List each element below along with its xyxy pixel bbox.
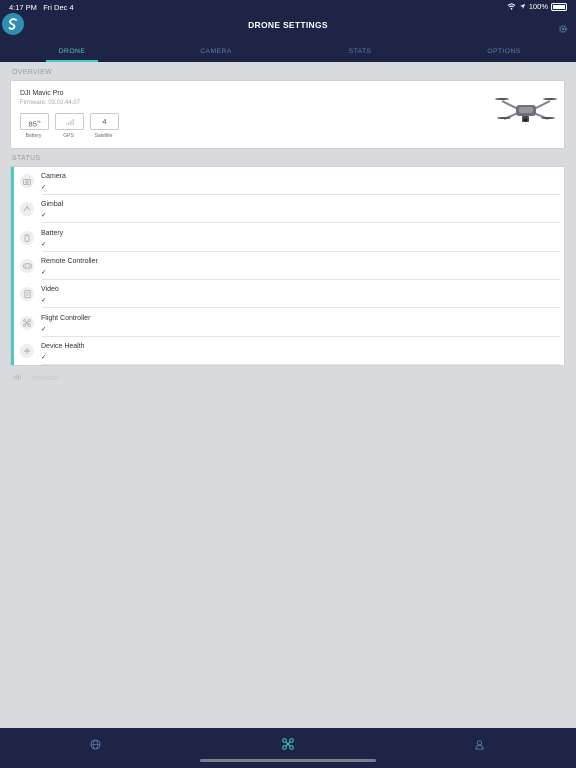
status-item-label: Camera	[41, 173, 66, 180]
battery-stat: 85% Battery	[20, 113, 49, 139]
overview-section-label: OVERVIEW	[12, 69, 53, 76]
status-item-flight-controller[interactable]: Flight Controller ✓	[14, 309, 564, 337]
status-section-label: STATUS	[12, 155, 41, 162]
check-icon: ✓	[41, 325, 47, 333]
status-item-gimbal[interactable]: Gimbal ✓	[14, 195, 564, 224]
signal-bars-icon	[65, 119, 74, 125]
check-icon: ✓	[41, 353, 47, 361]
check-icon: ✓	[41, 212, 47, 220]
page-title: DRONE SETTINGS	[248, 20, 328, 30]
status-card: Camera ✓ Gimbal ✓ Battery ✓ Remote Contr…	[11, 167, 564, 365]
location-icon	[519, 3, 525, 10]
tab-drone[interactable]: DRONE	[0, 45, 144, 62]
powered-by-text: POWERED	[32, 376, 58, 382]
check-icon: ✓	[41, 184, 47, 191]
battery-stat-value: 85%	[20, 113, 49, 130]
bottom-nav	[0, 728, 576, 768]
home-indicator	[200, 759, 376, 762]
globe-icon	[90, 739, 101, 750]
battery-icon	[20, 230, 34, 245]
status-item-label: Remote Controller	[41, 257, 98, 265]
camera-icon	[20, 174, 34, 188]
status-item-battery[interactable]: Battery ✓	[14, 224, 564, 252]
dji-logo: dji	[14, 375, 21, 381]
status-item-label: Battery	[41, 229, 64, 237]
video-icon	[20, 287, 34, 302]
nav-globe-button[interactable]	[90, 737, 101, 755]
drone-image	[495, 98, 557, 122]
gps-stat: GPS	[55, 113, 84, 139]
wifi-icon	[507, 3, 516, 10]
status-item-device-health[interactable]: Device Health ✓	[14, 337, 564, 365]
status-item-label: Video	[41, 286, 59, 294]
firmware-version: Firmware: 03.02.44.07	[20, 100, 81, 106]
divider	[42, 363, 560, 365]
check-icon: ✓	[41, 297, 47, 305]
gps-stat-label: GPS	[63, 133, 74, 139]
gimbal-icon	[20, 202, 34, 217]
status-item-label: Flight Controller	[41, 314, 91, 322]
status-item-video[interactable]: Video ✓	[14, 280, 564, 309]
tab-options[interactable]: OPTIONS	[432, 45, 576, 62]
satellite-stat-label: Satellite	[94, 133, 113, 139]
status-item-remote-controller[interactable]: Remote Controller ✓	[14, 252, 564, 280]
controller-icon	[20, 258, 34, 273]
drone-icon	[282, 738, 294, 750]
flight-controller-icon	[20, 315, 34, 330]
battery-status-icon	[551, 2, 567, 11]
status-time: 4:17 PM Fri Dec 4	[9, 3, 74, 12]
battery-percent: 100%	[528, 2, 548, 11]
tab-camera[interactable]: CAMERA	[144, 45, 288, 62]
top-bar: 4:17 PM Fri Dec 4 100% DRONE SETTINGS DR…	[0, 0, 576, 62]
gear-icon	[559, 25, 567, 33]
nav-profile-button[interactable]	[475, 737, 484, 755]
status-item-label: Device Health	[41, 342, 85, 350]
tab-stats[interactable]: STATS	[288, 45, 432, 62]
battery-stat-label: Battery	[25, 133, 42, 139]
satellite-stat-value: 4	[90, 113, 119, 130]
check-icon: ✓	[41, 240, 47, 248]
status-item-camera[interactable]: Camera ✓	[14, 167, 564, 195]
tab-bar: DRONE CAMERA STATS OPTIONS	[0, 45, 576, 62]
user-icon	[475, 740, 484, 750]
nav-drone-button[interactable]	[282, 737, 294, 755]
status-indicators: 100%	[507, 2, 567, 11]
overview-card: DJI Mavic Pro Firmware: 03.02.44.07 85% …	[11, 81, 564, 148]
gps-stat-value	[55, 113, 84, 130]
settings-gear-button[interactable]	[558, 21, 568, 39]
check-icon: ✓	[41, 268, 47, 276]
device-health-icon	[20, 343, 34, 358]
system-status-bar: 4:17 PM Fri Dec 4 100%	[0, 0, 576, 14]
satellite-stat: 4 Satellite	[90, 113, 119, 139]
status-item-label: Gimbal	[41, 201, 64, 209]
drone-name: DJI Mavic Pro	[20, 90, 64, 97]
